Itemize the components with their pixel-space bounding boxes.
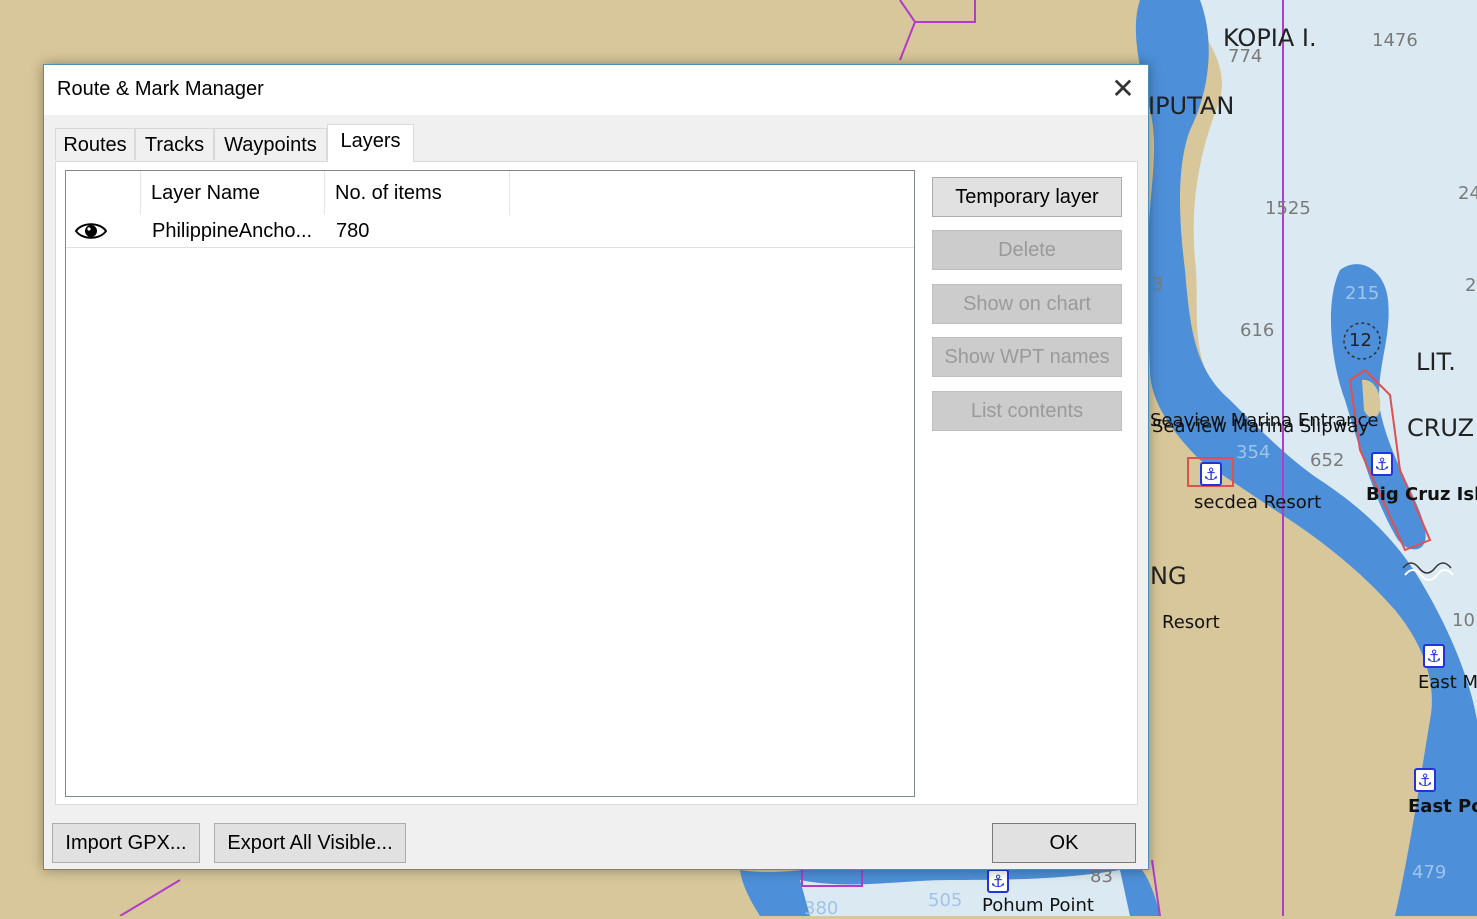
- tab-layers[interactable]: Layers: [327, 124, 414, 162]
- ok-button[interactable]: OK: [992, 823, 1136, 863]
- close-button[interactable]: ✕: [1098, 65, 1148, 113]
- big-cruz-label: Big Cruz Isl: [1366, 484, 1477, 505]
- export-all-visible-button[interactable]: Export All Visible...: [214, 823, 406, 863]
- temporary-layer-button[interactable]: Temporary layer: [932, 177, 1122, 217]
- title-bar[interactable]: Route & Mark Manager ✕: [44, 65, 1148, 115]
- show-wpt-names-button[interactable]: Show WPT names: [932, 337, 1122, 377]
- depth-label: 2: [1465, 275, 1477, 296]
- depth-label: 12: [1349, 330, 1372, 351]
- depth-label: 774: [1228, 46, 1263, 67]
- show-on-chart-button[interactable]: Show on chart: [932, 284, 1122, 324]
- layers-list[interactable]: Layer Name No. of items PhilippineAncho.…: [65, 170, 915, 797]
- layers-panel: Layer Name No. of items PhilippineAncho.…: [55, 161, 1138, 805]
- anchorage-icon[interactable]: ⚓: [1200, 462, 1222, 486]
- column-header-item-count[interactable]: No. of items: [325, 171, 510, 215]
- depth-label: 3: [1152, 274, 1164, 295]
- delete-button[interactable]: Delete: [932, 230, 1122, 270]
- item-count-cell: 780: [336, 220, 370, 242]
- depth-label: 215: [1345, 283, 1380, 304]
- depth-label: 10: [1452, 610, 1475, 631]
- table-row[interactable]: PhilippineAncho... 780: [66, 215, 914, 248]
- column-header-visibility[interactable]: [66, 171, 141, 215]
- depth-label: 354: [1236, 442, 1271, 463]
- tab-waypoints[interactable]: Waypoints: [214, 128, 327, 160]
- anchorage-icon[interactable]: ⚓: [1371, 452, 1393, 476]
- list-contents-button[interactable]: List contents: [932, 391, 1122, 431]
- chart-label-cruz: CRUZ: [1407, 414, 1475, 442]
- depth-label: 24: [1458, 183, 1477, 204]
- chart-label-iputan: IPUTAN: [1148, 92, 1235, 120]
- resort-label: Resort: [1162, 612, 1220, 633]
- anchorage-icon[interactable]: ⚓: [1423, 644, 1445, 668]
- tab-tracks[interactable]: Tracks: [135, 128, 214, 160]
- dialog-title: Route & Mark Manager: [57, 78, 264, 100]
- chart-label-lit: LIT.: [1416, 348, 1456, 376]
- depth-label: 1476: [1372, 30, 1418, 51]
- column-header-layer-name[interactable]: Layer Name: [141, 171, 325, 215]
- layer-name-cell: PhilippineAncho...: [152, 220, 313, 242]
- depth-label: 505: [928, 890, 963, 911]
- anchorage-icon[interactable]: ⚓: [987, 869, 1009, 893]
- depth-label: 1525: [1265, 198, 1311, 219]
- pohum-point-label: Pohum Point: [982, 895, 1094, 916]
- depth-label: 652: [1310, 450, 1345, 471]
- depth-label: 479: [1412, 862, 1447, 883]
- tab-routes[interactable]: Routes: [55, 128, 135, 160]
- secdea-resort-label: secdea Resort: [1194, 492, 1322, 513]
- east-point-label: East Poi: [1408, 796, 1477, 817]
- chart-label-ng: NG: [1150, 562, 1187, 590]
- route-mark-manager-dialog: Route & Mark Manager ✕ Routes Tracks Way…: [43, 64, 1149, 870]
- marina-slipway-label: Seaview Marina Slipway: [1152, 416, 1370, 437]
- depth-label: 616: [1240, 320, 1275, 341]
- anchorage-icon[interactable]: ⚓: [1414, 768, 1436, 792]
- close-icon: ✕: [1111, 73, 1135, 104]
- east-m-label: East M: [1418, 672, 1477, 693]
- import-gpx-button[interactable]: Import GPX...: [52, 823, 200, 863]
- eye-icon[interactable]: [74, 215, 114, 247]
